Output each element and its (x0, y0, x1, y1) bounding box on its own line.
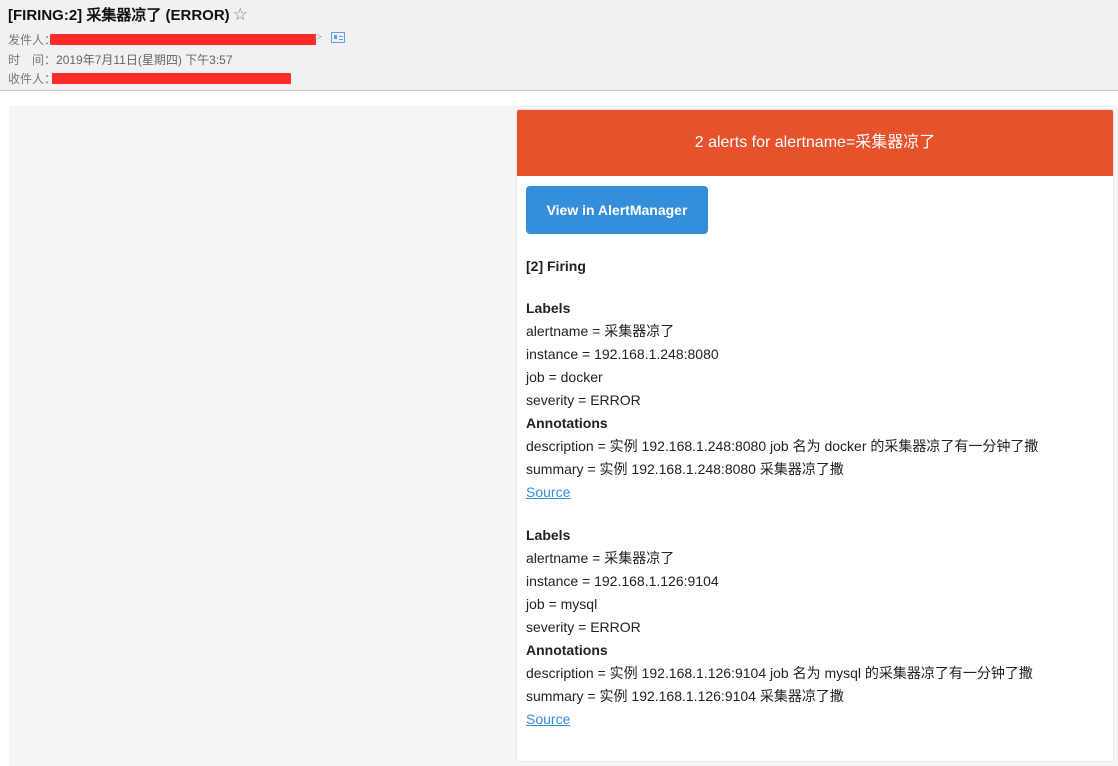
sender-label: 发件人： (8, 33, 57, 47)
sender-row: 发件人： (8, 31, 56, 48)
label-severity: severity = ERROR (526, 392, 641, 408)
sender-redaction (50, 34, 316, 45)
label-instance: instance = 192.168.1.248:8080 (526, 346, 719, 362)
alert-card-header: 2 alerts for alertname=采集器凉了 (517, 110, 1113, 176)
annotations-heading: Annotations (526, 415, 608, 431)
label-severity: severity = ERROR (526, 619, 641, 635)
recipient-row: 收件人： (8, 70, 56, 87)
labels-heading: Labels (526, 300, 571, 316)
firing-title: [2] Firing (526, 258, 586, 274)
view-in-alertmanager-button[interactable]: View in AlertManager (526, 186, 708, 234)
label-job: job = docker (526, 369, 603, 385)
annotation-summary: summary = 实例 192.168.1.126:9104 采集器凉了撒 (526, 688, 844, 704)
alert-card: 2 alerts for alertname=采集器凉了 View in Ale… (516, 109, 1114, 762)
annotation-description: description = 实例 192.168.1.126:9104 job … (526, 665, 1033, 681)
annotation-description: description = 实例 192.168.1.248:8080 job … (526, 438, 1039, 454)
contact-card-icon[interactable] (331, 32, 345, 43)
time-row: 时 间：2019年7月11日(星期四) 下午3:57 (8, 51, 233, 68)
label-alertname: alertname = 采集器凉了 (526, 550, 675, 566)
subject-text: [FIRING:2] 采集器凉了 (ERROR) (8, 7, 230, 24)
recipient-redaction (52, 73, 291, 84)
expand-arrow-icon[interactable]: ▷ (315, 31, 322, 42)
source-link[interactable]: Source (526, 710, 570, 728)
star-icon[interactable]: ☆ (233, 5, 248, 25)
label-job: job = mysql (526, 596, 598, 612)
recipient-label: 收件人： (8, 72, 57, 86)
annotations-heading: Annotations (526, 642, 608, 658)
labels-heading: Labels (526, 527, 571, 543)
email-subject: [FIRING:2] 采集器凉了 (ERROR) ☆ (8, 4, 248, 25)
email-header: [FIRING:2] 采集器凉了 (ERROR) ☆ 发件人： ▷ 时 间：201… (0, 0, 1118, 91)
source-link[interactable]: Source (526, 483, 570, 501)
time-value: 2019年7月11日(星期四) 下午3:57 (56, 53, 233, 67)
label-instance: instance = 192.168.1.126:9104 (526, 573, 719, 589)
annotation-summary: summary = 实例 192.168.1.248:8080 采集器凉了撒 (526, 461, 844, 477)
label-alertname: alertname = 采集器凉了 (526, 323, 675, 339)
time-label: 时 间： (8, 53, 57, 67)
